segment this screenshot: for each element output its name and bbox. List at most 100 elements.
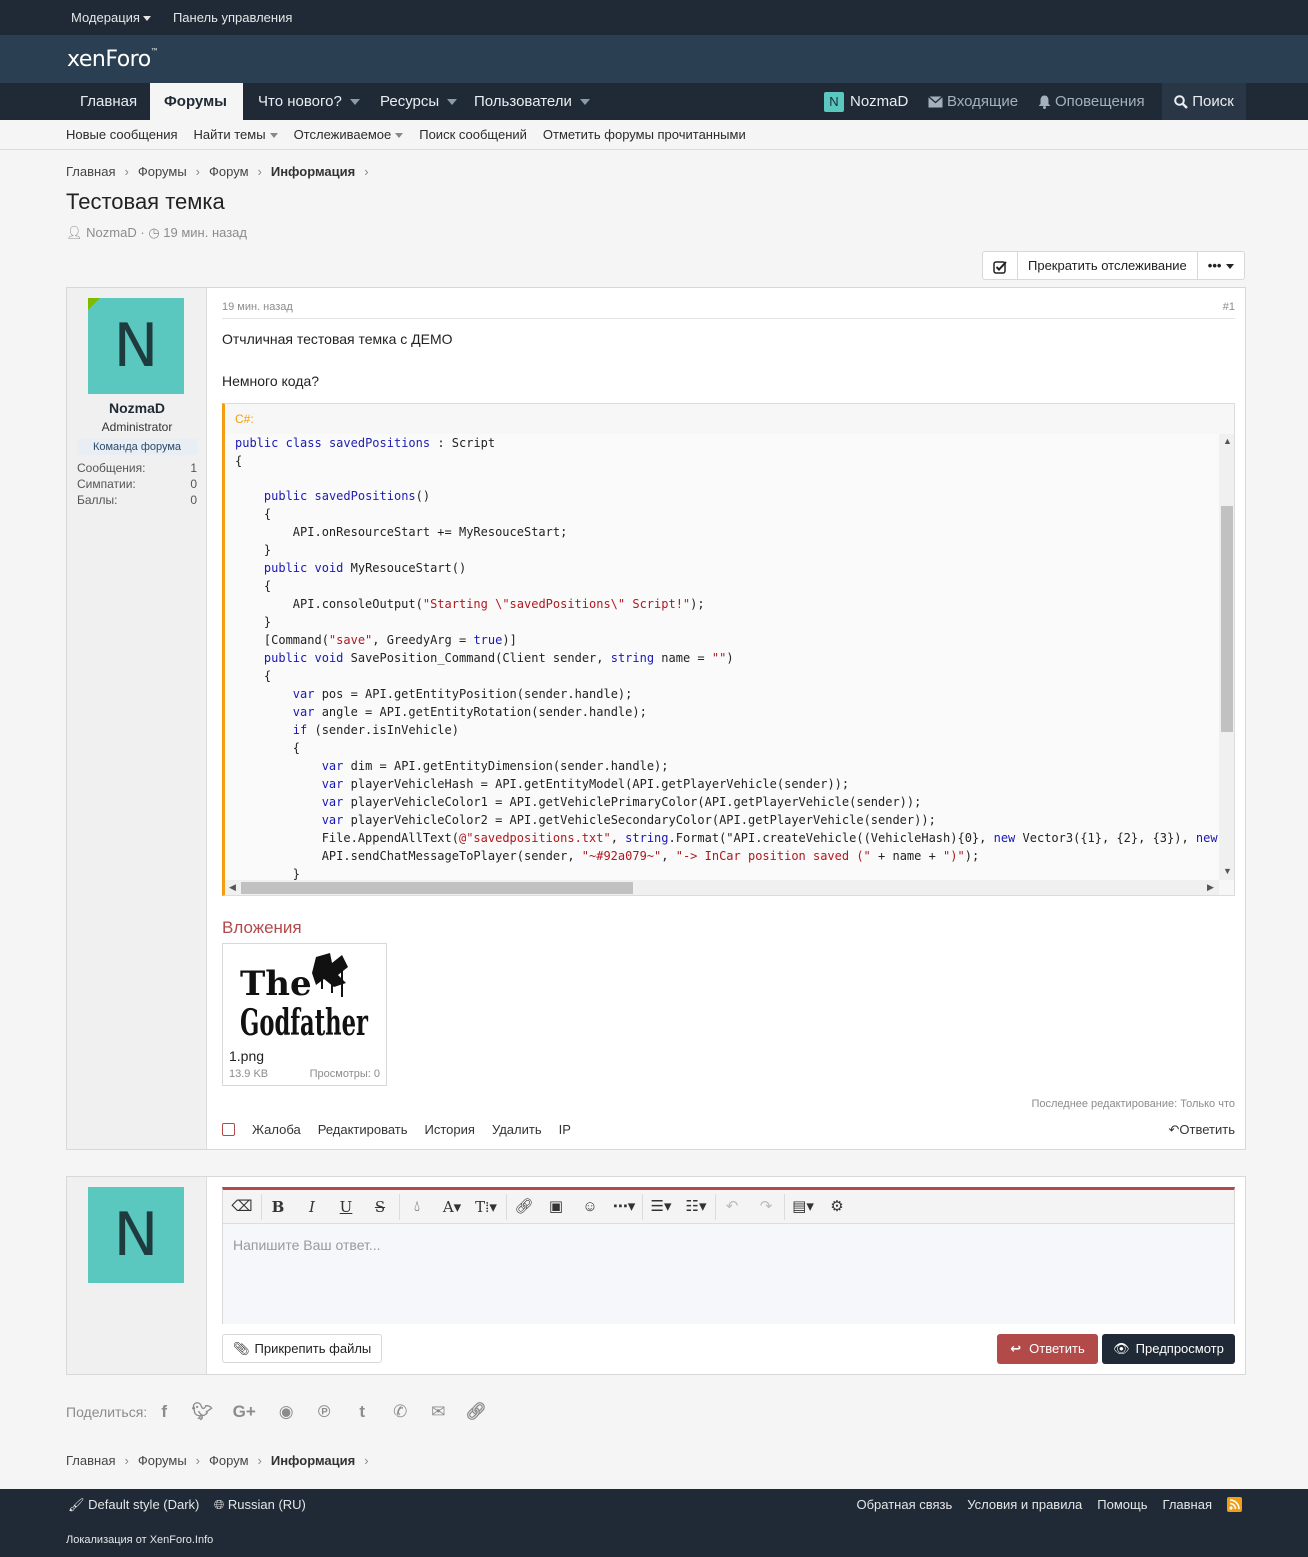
scroll-right-icon[interactable]: ▶ <box>1207 882 1214 893</box>
nav-tab-whats-new[interactable]: Что нового? <box>244 83 374 120</box>
link-icon[interactable]: 🔗︎ <box>465 1402 487 1422</box>
select-thread-button[interactable] <box>983 252 1018 279</box>
eraser-icon[interactable]: ⌫ <box>229 1190 255 1224</box>
scroll-down-icon[interactable]: ▼ <box>1223 866 1232 876</box>
ip-link[interactable]: IP <box>559 1122 571 1137</box>
footer-link-help[interactable]: Помощь <box>1097 1497 1147 1512</box>
font-size-icon[interactable]: T⁞▾ <box>471 1190 501 1224</box>
attachment-thumbnail[interactable]: The Godfather <box>238 949 371 1044</box>
nav-user-link[interactable]: N NozmaD <box>824 83 908 120</box>
nav-tab-home[interactable]: Главная <box>66 83 151 120</box>
post: N NozmaD Administrator Команда форума Со… <box>66 287 1246 1150</box>
code-body[interactable]: public class savedPositions : Script { pu… <box>225 434 1219 880</box>
reply-button-label: Ответить <box>1029 1341 1085 1356</box>
divider <box>642 1194 643 1220</box>
reddit-icon[interactable]: ◉ <box>277 1402 295 1422</box>
twitter-icon[interactable]: 🐦︎ <box>191 1402 213 1422</box>
scroll-up-icon[interactable]: ▲ <box>1223 436 1232 446</box>
breadcrumb-item[interactable]: Информация <box>271 1453 355 1468</box>
more-options-button[interactable]: ••• <box>1198 252 1245 279</box>
reply-textarea[interactable]: Напишите Ваш ответ... <box>223 1224 1234 1324</box>
scrollbar-thumb[interactable] <box>241 882 633 894</box>
nav-alerts-link[interactable]: Оповещения <box>1038 83 1145 120</box>
nav-search-button[interactable]: Поиск <box>1162 83 1246 120</box>
site-logo[interactable]: xenForo™ <box>67 47 159 72</box>
bold-icon[interactable]: B <box>265 1190 291 1224</box>
thread-author-link[interactable]: NozmaD <box>86 225 137 240</box>
breadcrumb-item[interactable]: Форум <box>209 1453 249 1468</box>
footer-link-contact[interactable]: Обратная связь <box>856 1497 952 1512</box>
footer-link-terms[interactable]: Условия и правила <box>967 1497 1082 1512</box>
facebook-icon[interactable]: f <box>155 1402 173 1422</box>
subnav-mark-read[interactable]: Отметить форумы прочитанными <box>543 127 746 142</box>
admin-panel-link[interactable]: Панель управления <box>173 10 292 25</box>
eye-icon: 👁︎ <box>1113 1341 1130 1356</box>
gear-icon[interactable]: ⚙ <box>824 1190 850 1224</box>
thread-actions: Прекратить отслеживание ••• <box>982 251 1246 280</box>
code-line: API.onResourceStart += MyResouceStart; <box>235 525 568 539</box>
select-post-checkbox[interactable] <box>222 1123 235 1136</box>
breadcrumb-item[interactable]: Форум <box>209 164 249 179</box>
style-chooser[interactable]: 🖌︎ Default style (Dark) <box>68 1497 199 1512</box>
scrollbar-thumb[interactable] <box>1221 506 1233 732</box>
underline-icon[interactable]: U <box>333 1190 359 1224</box>
breadcrumb-item[interactable]: Форумы <box>138 1453 187 1468</box>
list-icon[interactable]: ☷▾ <box>681 1190 711 1224</box>
localization-link[interactable]: XenForo.Info <box>150 1534 214 1546</box>
reply-button[interactable]: ↩ Ответить <box>997 1334 1098 1364</box>
reply-link[interactable]: ↶Ответить <box>1169 1122 1235 1138</box>
post-date[interactable]: 19 мин. назад <box>222 301 293 313</box>
nav-inbox-link[interactable]: Входящие <box>928 83 1018 120</box>
italic-icon[interactable]: I <box>299 1190 325 1224</box>
breadcrumb-item[interactable]: Главная <box>66 1453 115 1468</box>
chevron-down-icon <box>1226 264 1235 270</box>
undo-icon[interactable]: ↶ <box>719 1190 745 1224</box>
attach-files-button[interactable]: 📎︎ Прикрепить файлы <box>222 1334 383 1363</box>
unwatch-button[interactable]: Прекратить отслеживание <box>1018 252 1198 279</box>
attachment-name[interactable]: 1.png <box>229 1048 264 1064</box>
breadcrumb-item[interactable]: Главная <box>66 164 115 179</box>
pinterest-icon[interactable]: ℗ <box>315 1402 333 1422</box>
align-icon[interactable]: ☰▾ <box>646 1190 676 1224</box>
moderation-menu[interactable]: Модерация <box>71 10 151 25</box>
post-number[interactable]: #1 <box>1223 301 1235 313</box>
footer-link-home[interactable]: Главная <box>1163 1497 1212 1512</box>
color-drop-icon[interactable]: 💧︎ <box>404 1190 430 1224</box>
google-plus-icon[interactable]: G+ <box>231 1402 257 1422</box>
report-link[interactable]: Жалоба <box>252 1122 301 1137</box>
horizontal-scrollbar[interactable]: ◀ ▶ <box>225 880 1219 895</box>
post-username[interactable]: NozmaD <box>67 400 207 416</box>
redo-icon[interactable]: ↷ <box>753 1190 779 1224</box>
email-icon[interactable]: ✉ <box>429 1402 447 1422</box>
avatar[interactable]: N <box>88 298 184 394</box>
attachment-card[interactable]: The Godfather 1.png 13.9 KB Просмотры: 0 <box>222 943 387 1086</box>
edit-link[interactable]: Редактировать <box>318 1122 408 1137</box>
history-link[interactable]: История <box>425 1122 475 1137</box>
vertical-scrollbar[interactable]: ▲ ▼ <box>1219 434 1234 880</box>
subnav-new-posts[interactable]: Новые сообщения <box>66 127 178 142</box>
smiley-icon[interactable]: ☺ <box>577 1190 603 1224</box>
save-draft-icon[interactable]: ▤▾ <box>788 1190 818 1224</box>
preview-button[interactable]: 👁︎ Предпросмотр <box>1102 1334 1235 1364</box>
code-line: } <box>235 543 272 557</box>
font-family-icon[interactable]: A▾ <box>437 1190 467 1224</box>
language-chooser[interactable]: 🌐︎ Russian (RU) <box>214 1497 306 1512</box>
rss-icon[interactable] <box>1227 1497 1242 1512</box>
subnav-watched[interactable]: Отслеживаемое <box>294 127 404 142</box>
nav-tab-members[interactable]: Пользователи <box>460 83 604 120</box>
scroll-left-icon[interactable]: ◀ <box>229 882 236 893</box>
more-icon[interactable]: ⋯▾ <box>609 1190 639 1224</box>
strikethrough-icon[interactable]: S <box>367 1190 393 1224</box>
nav-tab-resources[interactable]: Ресурсы <box>366 83 471 120</box>
subnav-search-posts[interactable]: Поиск сообщений <box>419 127 527 142</box>
nav-tab-forums[interactable]: Форумы <box>150 83 243 120</box>
breadcrumb-item[interactable]: Форумы <box>138 164 187 179</box>
link-icon[interactable]: 🔗︎ <box>511 1190 537 1224</box>
breadcrumb-item[interactable]: Информация <box>271 164 355 179</box>
tumblr-icon[interactable]: t <box>353 1402 371 1422</box>
post-user-panel: N NozmaD Administrator Команда форума Со… <box>67 288 207 1149</box>
image-icon[interactable]: ▣ <box>543 1190 569 1224</box>
whatsapp-icon[interactable]: ✆ <box>391 1402 409 1422</box>
delete-link[interactable]: Удалить <box>492 1122 542 1137</box>
subnav-find-threads[interactable]: Найти темы <box>194 127 278 142</box>
